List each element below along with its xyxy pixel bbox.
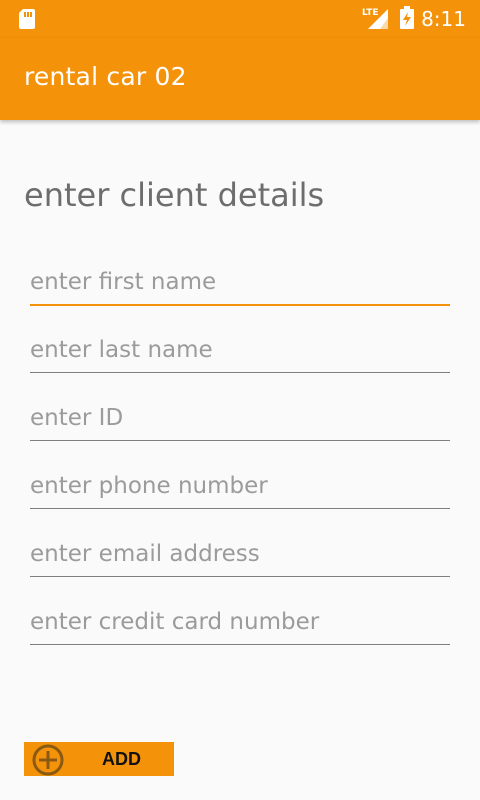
first-name-field[interactable] [30,260,450,306]
status-bar: LTE 8:11 [0,0,480,38]
app-bar: rental car 02 [0,38,480,120]
add-button[interactable]: ADD [24,742,174,776]
email-address-field[interactable] [30,532,450,577]
form-heading: enter client details [24,176,325,214]
status-time: 8:11 [421,7,466,31]
signal-icon: LTE [362,8,388,29]
battery-charging-icon [400,6,414,29]
add-button-label: ADD [102,749,141,769]
app-title: rental car 02 [24,62,187,91]
sd-card-icon [19,9,35,29]
id-field[interactable] [30,396,450,441]
phone-number-field[interactable] [30,464,450,509]
last-name-field[interactable] [30,328,450,373]
client-form: enter client details [0,120,480,800]
add-circle-icon [32,744,64,776]
credit-card-number-field[interactable] [30,600,450,645]
network-label: LTE [362,8,379,18]
